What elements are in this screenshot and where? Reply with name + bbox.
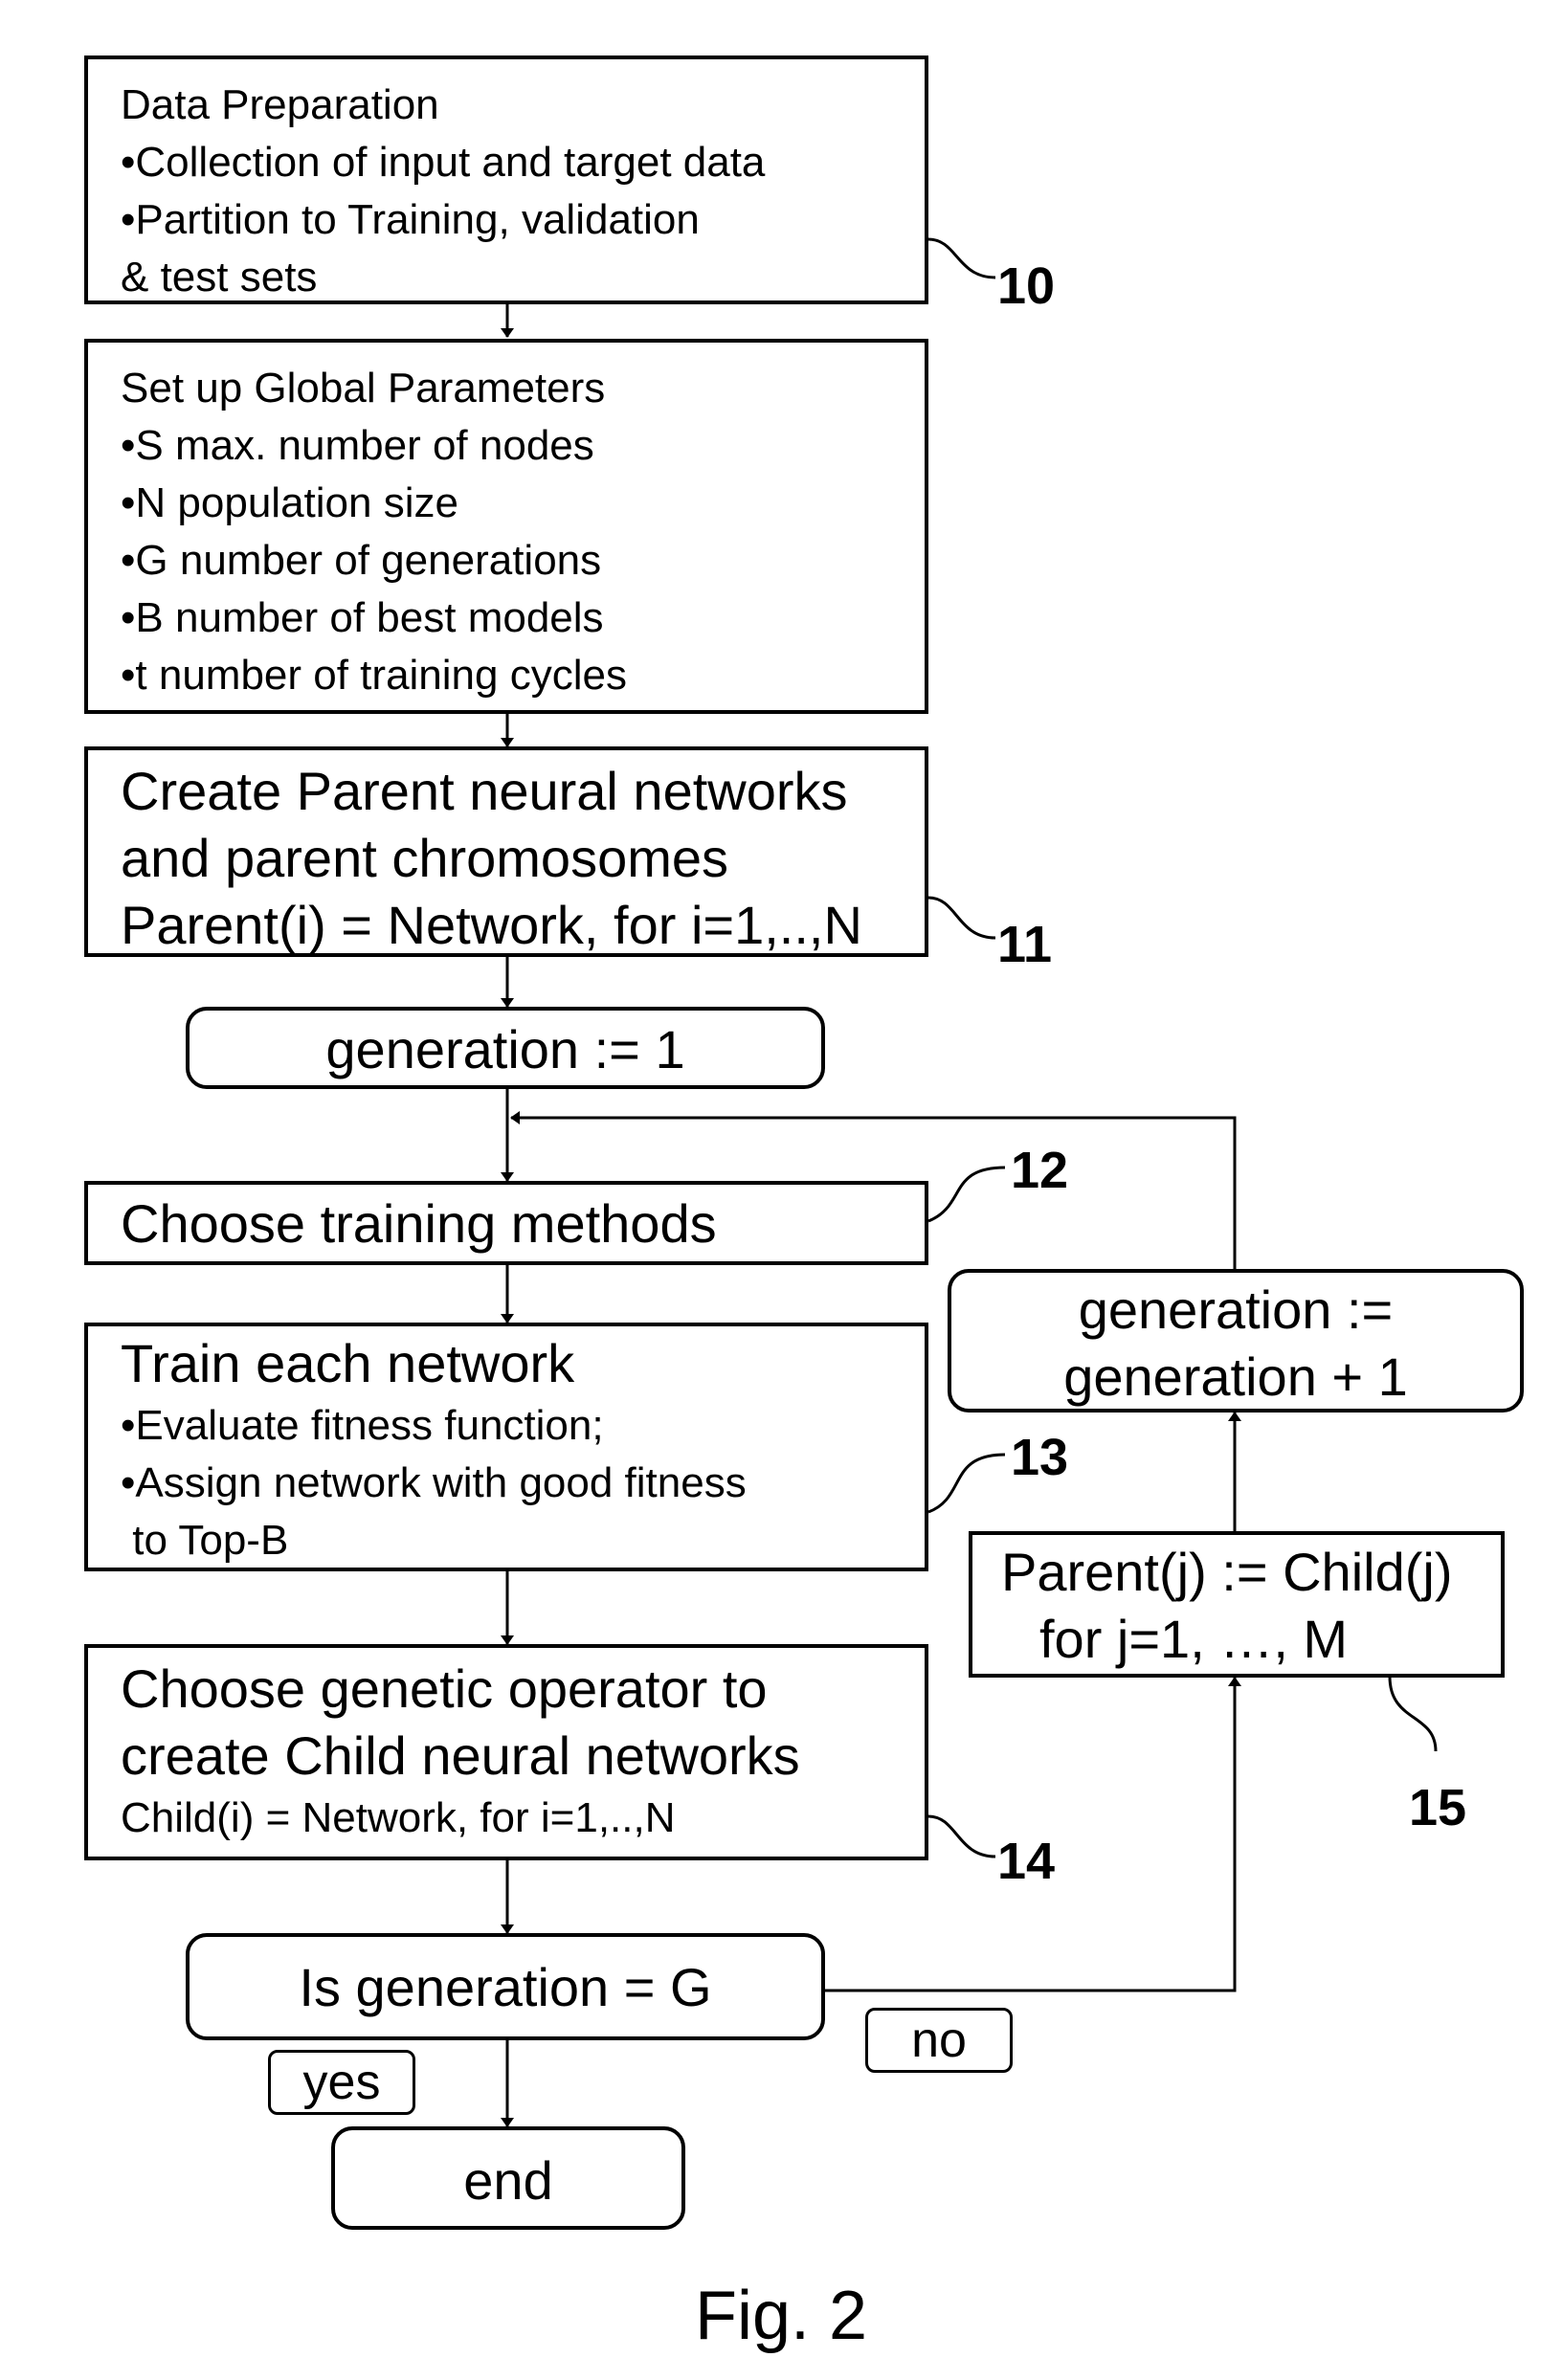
box-bullet: •Partition to Training, validation (121, 196, 700, 243)
ref-number-14: 14 (997, 1833, 1056, 1890)
global-parameters-box: Set up Global Parameters •S max. number … (84, 339, 928, 714)
ref-number-13: 13 (1011, 1429, 1069, 1486)
leader-13 (927, 1453, 1006, 1514)
ref-number-11: 11 (997, 916, 1053, 973)
param-item: •t number of training cycles (121, 652, 627, 699)
end-box: end (331, 2126, 685, 2230)
decision-box: Is generation = G (186, 1933, 825, 2040)
ref-number-12: 12 (1011, 1142, 1069, 1199)
no-text: no (911, 2013, 967, 2068)
box-text-line: Parent(i) = Network, for i=1,..,N (121, 895, 862, 955)
box-text-line: Parent(j) := Child(j) (1001, 1542, 1453, 1602)
end-text: end (463, 2150, 553, 2211)
box-text: Choose training methods (121, 1193, 717, 1254)
box-heading: Train each network (121, 1333, 575, 1393)
yes-text: yes (302, 2055, 381, 2110)
box-subtext: Child(i) = Network, for i=1,..,N (121, 1794, 676, 1841)
box-text-line: generation := (1078, 1279, 1394, 1340)
box-text-line: generation + 1 (1063, 1346, 1408, 1407)
choose-training-box: Choose training methods (84, 1181, 928, 1265)
leader-12 (927, 1166, 1006, 1223)
param-item: •G number of generations (121, 537, 602, 584)
box-heading: Data Preparation (121, 81, 439, 128)
box-bullet-cont: & test sets (121, 254, 318, 300)
box-text-line: Create Parent neural networks (121, 761, 848, 821)
ref-number-10: 10 (997, 257, 1056, 315)
box-bullet: •Assign network with good fitness (121, 1459, 747, 1506)
box-bullet-cont: to Top-B (121, 1517, 289, 1564)
ref-number-15: 15 (1409, 1779, 1467, 1836)
box-text-line: and parent chromosomes (121, 828, 729, 888)
leader-14 (927, 1814, 996, 1858)
box-heading: Set up Global Parameters (121, 365, 606, 411)
leader-10 (927, 237, 996, 279)
genetic-operator-box: Choose genetic operator to create Child … (84, 1644, 928, 1860)
box-text: generation := 1 (325, 1019, 685, 1079)
param-item: •B number of best models (121, 594, 604, 641)
figure-caption: Fig. 2 (695, 2278, 868, 2354)
data-preparation-box: Data Preparation •Collection of input an… (84, 56, 928, 304)
box-text-line: for j=1, …, M (1039, 1609, 1349, 1669)
yes-label: yes (268, 2050, 415, 2115)
box-text-line: create Child neural networks (121, 1725, 800, 1786)
replace-parents-box: Parent(j) := Child(j) for j=1, …, M (969, 1531, 1505, 1678)
generation-init-box: generation := 1 (186, 1007, 825, 1089)
box-bullet: •Evaluate fitness function; (121, 1402, 604, 1449)
generation-increment-box: generation := generation + 1 (948, 1269, 1524, 1412)
train-network-box: Train each network •Evaluate fitness fun… (84, 1323, 928, 1571)
box-bullet: •Collection of input and target data (121, 139, 766, 186)
param-item: •N population size (121, 479, 458, 526)
leader-11 (927, 896, 996, 940)
leader-15 (1388, 1676, 1438, 1752)
param-item: •S max. number of nodes (121, 422, 594, 469)
create-parents-box: Create Parent neural networks and parent… (84, 746, 928, 957)
no-label: no (865, 2008, 1013, 2073)
decision-text: Is generation = G (299, 1957, 712, 2017)
box-text-line: Choose genetic operator to (121, 1658, 768, 1719)
